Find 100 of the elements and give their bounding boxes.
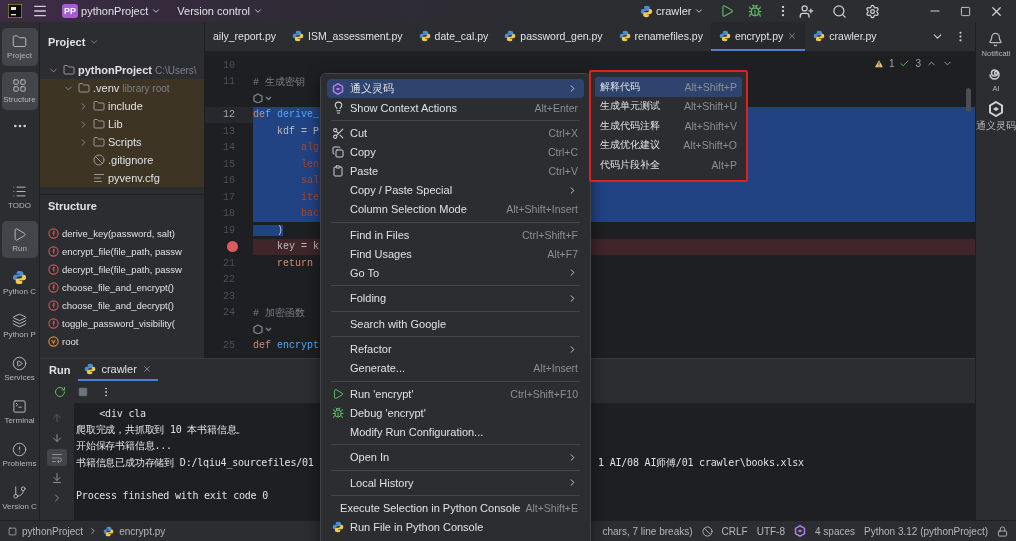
breadcrumb[interactable]: encrypt.py (119, 525, 166, 537)
structure-item[interactable]: decrypt_file(file_path, passw (62, 263, 182, 275)
file-name[interactable]: pythonProject (78, 64, 152, 76)
no-sign-icon[interactable] (701, 525, 713, 537)
project-dropdown[interactable]: PP pythonProject (58, 2, 166, 20)
menu-item[interactable]: Find Usages Alt+F7 (327, 244, 584, 263)
structure-item[interactable]: derive_key(password, salt) (62, 227, 175, 239)
file-name[interactable]: .venv (93, 82, 120, 94)
file-name[interactable]: pyvenv.cfg (108, 172, 160, 184)
tool-window-button[interactable]: Services (1, 350, 38, 387)
structure-item[interactable]: toggle_password_visibility( (62, 317, 175, 329)
menu-item[interactable]: Show Context Actions Alt+Enter (327, 98, 584, 117)
line-separator[interactable]: CRLF (721, 525, 748, 537)
tree-row[interactable]: Lib (40, 115, 204, 133)
encoding[interactable]: UTF-8 (756, 525, 785, 537)
tool-window-button[interactable]: 通义灵码 (976, 101, 1016, 133)
structure-item[interactable]: choose_file_and_encrypt() (62, 281, 174, 293)
code-line: alg (300, 142, 319, 154)
console-line: 开始保存书籍信息... (76, 439, 172, 454)
editor-tab[interactable]: date_cal.py (410, 22, 497, 51)
tool-window-button[interactable]: Problems (1, 436, 38, 473)
menu-item[interactable]: 生成单元测试 Alt+Shift+U (595, 96, 742, 116)
variable-icon (48, 335, 59, 347)
editor-tab[interactable]: crawler.py (805, 22, 885, 51)
soft-wrap-button[interactable] (47, 449, 67, 466)
menu-item[interactable]: Go To (327, 263, 584, 282)
menu-item[interactable]: Run File in Python Console (327, 517, 584, 537)
menu-item[interactable]: Open In (327, 447, 584, 467)
indent-setting[interactable]: 4 spaces (815, 525, 856, 537)
menu-item[interactable]: Search with Google (327, 314, 584, 333)
file-name[interactable]: Scripts (108, 136, 142, 148)
tree-row[interactable]: include (40, 97, 204, 115)
scissors-icon (331, 126, 345, 140)
app-logo-icon[interactable] (8, 4, 22, 18)
menu-item[interactable]: Local History (327, 473, 584, 492)
code-line: def encrypt (253, 340, 320, 352)
menu-item[interactable]: Modify Run Configuration... (327, 422, 584, 441)
menu-item[interactable]: 生成优化建议 Alt+Shift+O (595, 135, 742, 155)
file-name[interactable]: Lib (108, 118, 123, 130)
interpreter[interactable]: Python 3.12 (pythonProject) (864, 525, 988, 537)
tool-window-button[interactable]: Terminal (1, 393, 38, 430)
stop-button[interactable] (76, 385, 90, 399)
editor-tab[interactable]: renamefiles.py (610, 22, 711, 51)
branch-icon (12, 484, 27, 500)
tool-window-button[interactable]: Python P (1, 307, 38, 344)
vcs-dropdown[interactable]: Version control (173, 3, 268, 19)
tree-row[interactable]: .gitignore (40, 151, 204, 169)
tree-row[interactable]: Scripts (40, 133, 204, 151)
scrollbar-thumb[interactable] (966, 88, 971, 112)
menu-item[interactable]: Folding (327, 288, 584, 308)
tool-window-button[interactable]: Structure (1, 72, 38, 110)
code-line: return (276, 257, 313, 269)
file-name[interactable]: include (108, 100, 143, 112)
tool-window-button[interactable]: Project (1, 28, 38, 66)
menu-item[interactable]: 代码片段补全 Alt+P (595, 155, 742, 175)
breakpoint-icon[interactable] (227, 241, 238, 253)
menu-item[interactable]: Find in Files Ctrl+Shift+F (327, 225, 584, 244)
tool-window-button[interactable]: Run (1, 221, 38, 258)
shortcut: Alt+Enter (534, 101, 578, 114)
editor-tab[interactable]: encrypt.py (710, 22, 806, 51)
structure-item[interactable]: choose_file_and_decrypt() (62, 299, 174, 311)
tool-window-button[interactable]: Python C (1, 264, 38, 301)
chevron-down-icon (253, 6, 264, 16)
tree-row[interactable]: pyvenv.cfg (40, 169, 204, 187)
menu-item[interactable]: Paste Ctrl+V (327, 161, 584, 181)
menu-item[interactable]: Generate... Alt+Insert (327, 358, 584, 378)
tool-window-button[interactable]: Version C (1, 479, 38, 516)
editor-tab[interactable]: ISM_assessment.py (284, 22, 411, 51)
play-icon (332, 387, 344, 400)
editor-tab[interactable]: password_gen.py (496, 22, 611, 51)
menu-item[interactable]: Refactor (327, 339, 584, 359)
lock-icon[interactable] (997, 525, 1008, 537)
menu-item[interactable]: Copy Ctrl+C (327, 142, 584, 162)
file-name[interactable]: .gitignore (108, 154, 154, 166)
menu-item[interactable]: 解释代码 Alt+Shift+P (595, 77, 742, 97)
menu-item[interactable]: Column Selection Mode Alt+Shift+Insert (327, 199, 584, 219)
menu-item[interactable]: Copy / Paste Special (327, 180, 584, 200)
close-icon[interactable] (787, 30, 798, 41)
folder-icon (63, 64, 75, 76)
breadcrumb[interactable]: pythonProject (22, 525, 84, 537)
menu-item[interactable]: Cut Ctrl+X (327, 123, 584, 143)
structure-item[interactable]: encrypt_file(file_path, passw (62, 245, 182, 257)
ai-hint-icon[interactable] (253, 93, 273, 104)
panel-title: Project (48, 35, 86, 48)
menu-item[interactable]: 通义灵码 (327, 79, 584, 98)
editor-tab[interactable]: aily_report.py (205, 22, 285, 51)
rerun-button[interactable] (52, 384, 68, 400)
settings-icon (865, 3, 880, 19)
tool-window-button[interactable]: TODO (1, 178, 38, 215)
menu-item[interactable]: Execute Selection in Python Console Alt+Shift+E (327, 498, 584, 518)
menu-item[interactable]: 生成代码注释 Alt+Shift+V (595, 116, 742, 136)
structure-item[interactable]: root (62, 335, 79, 347)
menu-item[interactable]: Debug 'encrypt' (327, 403, 584, 422)
tree-row[interactable]: .venv library root (40, 79, 204, 97)
ai-hint-icon[interactable] (253, 324, 273, 335)
clipboard-icon (332, 165, 344, 177)
selection-info[interactable]: chars, 7 line breaks) (602, 525, 693, 537)
close-icon[interactable] (141, 364, 152, 374)
run-config-dropdown[interactable]: crawler (636, 2, 709, 20)
folder-icon (93, 136, 105, 148)
